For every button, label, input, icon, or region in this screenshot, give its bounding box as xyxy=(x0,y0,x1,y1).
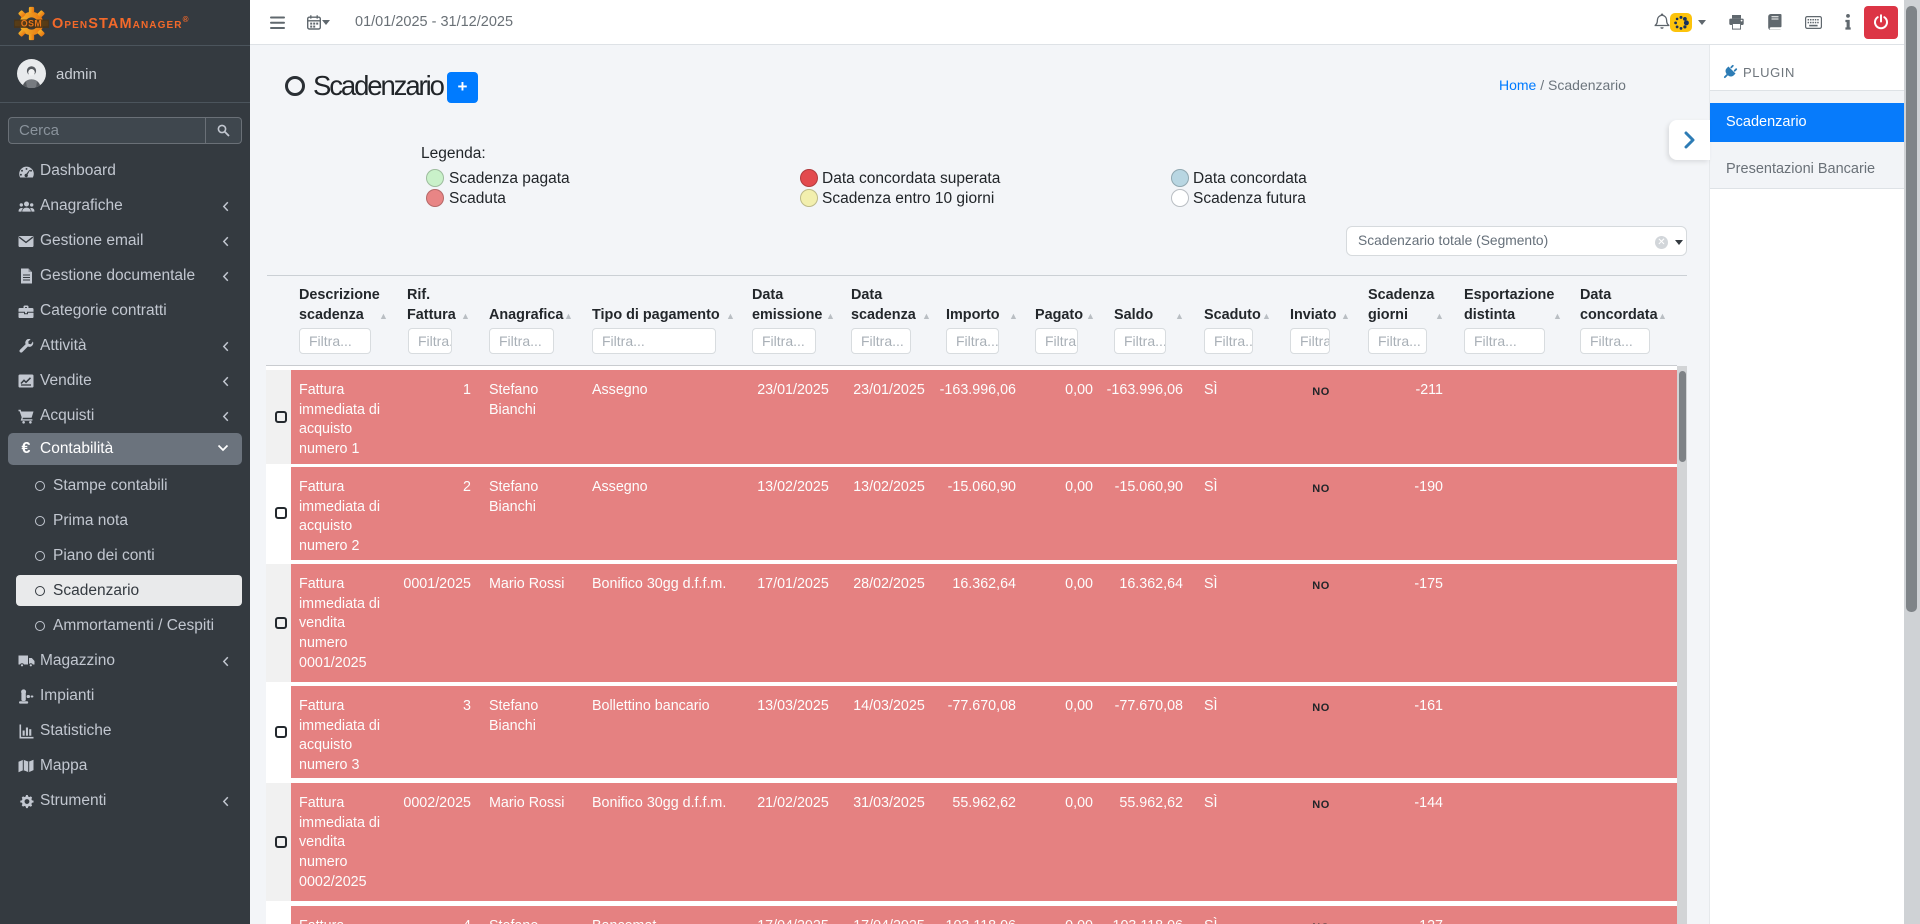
svg-text:OSM: OSM xyxy=(21,19,42,29)
